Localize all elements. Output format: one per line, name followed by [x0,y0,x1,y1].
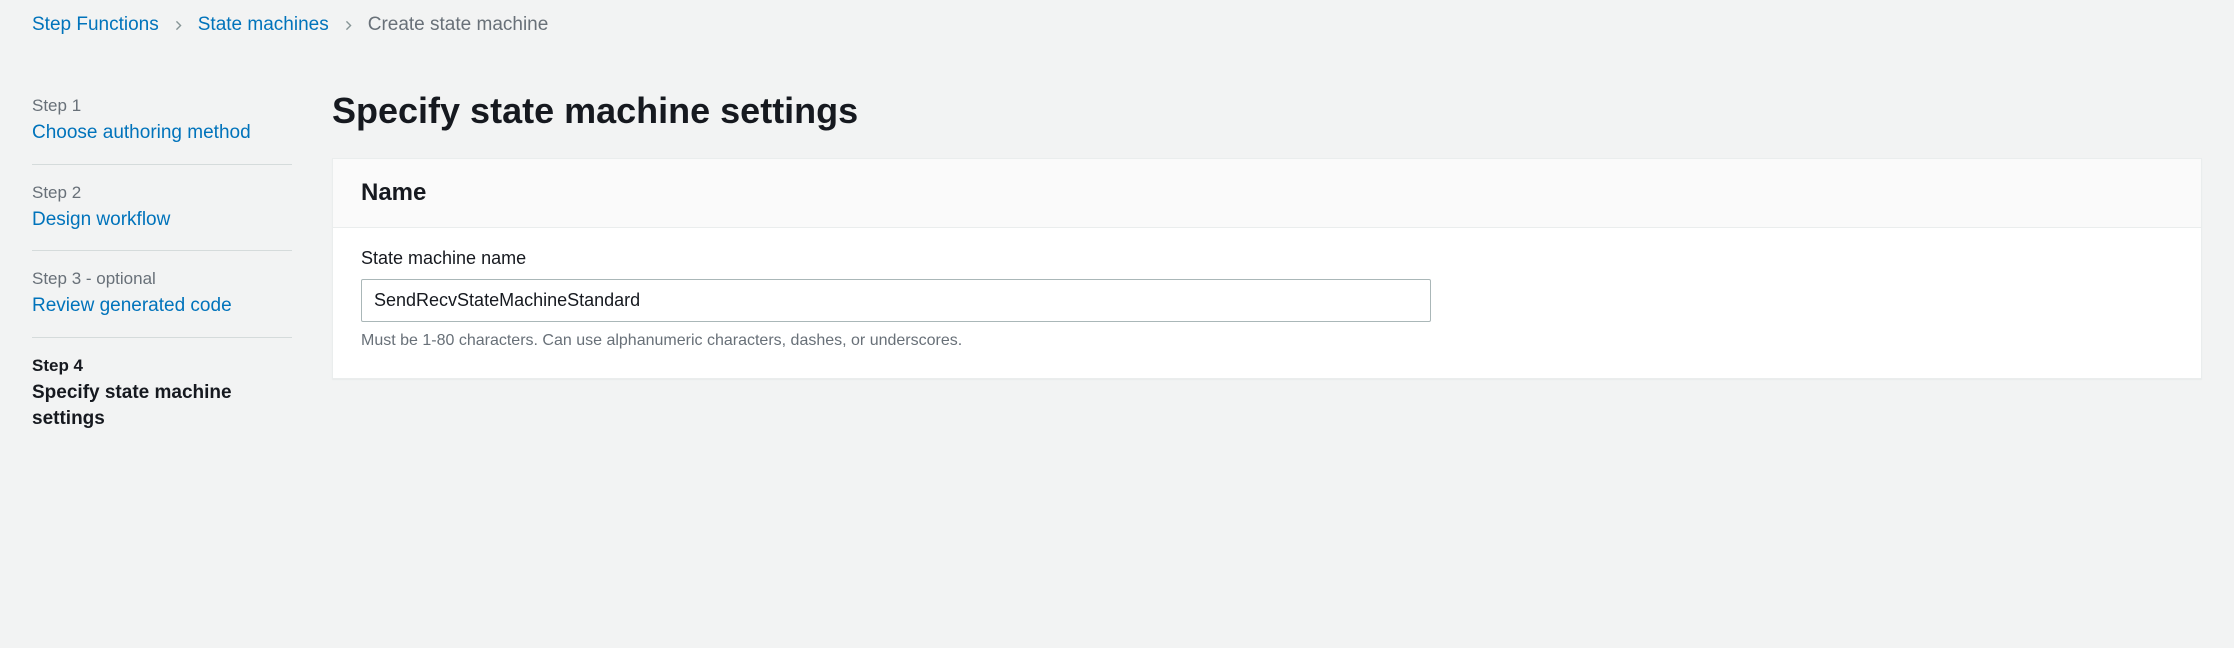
wizard-step-3[interactable]: Step 3 - optional Review generated code [32,251,292,338]
panel-header: Name [333,159,2201,228]
wizard-step-number: Step 3 - optional [32,269,292,289]
wizard-step-number: Step 4 [32,356,292,376]
wizard-step-title[interactable]: Review generated code [32,293,292,319]
wizard-step-title[interactable]: Choose authoring method [32,120,292,146]
name-panel: Name State machine name Must be 1-80 cha… [332,158,2202,379]
state-machine-name-hint: Must be 1-80 characters. Can use alphanu… [361,332,2173,350]
state-machine-name-label: State machine name [361,248,2173,269]
page-title: Specify state machine settings [332,90,2202,132]
breadcrumb: Step Functions State machines Create sta… [0,0,2234,50]
panel-body: State machine name Must be 1-80 characte… [333,228,2201,378]
chevron-right-icon [343,20,354,31]
breadcrumb-link-state-machines[interactable]: State machines [198,14,329,36]
wizard-step-2[interactable]: Step 2 Design workflow [32,165,292,252]
breadcrumb-link-step-functions[interactable]: Step Functions [32,14,159,36]
wizard-step-number: Step 1 [32,96,292,116]
state-machine-name-input[interactable] [361,279,1431,322]
chevron-right-icon [173,20,184,31]
wizard-step-title: Specify state machine settings [32,380,292,431]
wizard-step-1[interactable]: Step 1 Choose authoring method [32,90,292,165]
main-content: Specify state machine settings Name Stat… [332,90,2202,379]
wizard-step-4: Step 4 Specify state machine settings [32,338,292,449]
panel-header-title: Name [361,179,2173,207]
breadcrumb-current: Create state machine [368,14,549,36]
wizard-step-number: Step 2 [32,183,292,203]
wizard-step-title[interactable]: Design workflow [32,207,292,233]
wizard-sidebar: Step 1 Choose authoring method Step 2 De… [32,90,292,449]
